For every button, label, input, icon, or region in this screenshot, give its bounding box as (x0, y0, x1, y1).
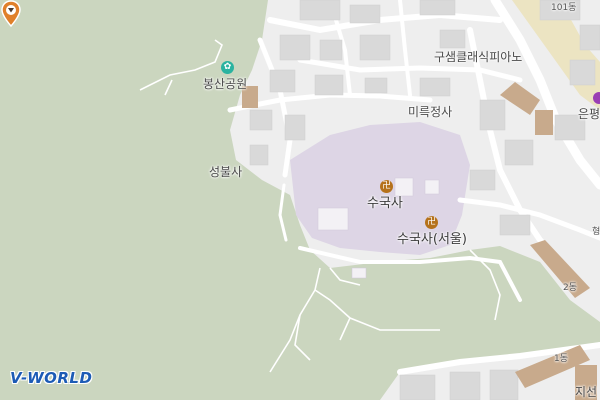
vworld-logo: V-WORLD (10, 369, 93, 387)
label-bldg-2: 2동 (563, 283, 578, 293)
label-bldg-1: 1동 (554, 354, 569, 364)
poi-icon-eunpyeong[interactable] (593, 92, 600, 104)
label-seongbulsa[interactable]: 성불사 (209, 165, 242, 179)
label-bongsan-park[interactable]: 봉산공원 (203, 77, 247, 91)
park-icon[interactable]: ✿ (221, 61, 234, 74)
temple-icon-seoul[interactable]: 卍 (425, 216, 438, 229)
label-suguksa-seoul[interactable]: 수국사(서울) (397, 233, 467, 247)
temple-icon[interactable]: 卍 (380, 180, 393, 193)
label-suguksa[interactable]: 수국사 (367, 197, 403, 211)
label-eunpyeong[interactable]: 은평 (578, 107, 600, 121)
location-marker-icon[interactable] (0, 0, 22, 28)
map-canvas[interactable]: ✿ 봉산공원 성불사 미륵정사 구샘클래식피아노 卍 수국사 卍 수국사(서울)… (0, 0, 600, 400)
label-edge-right: 형 (592, 227, 600, 237)
label-bldg-101: 101동 (551, 3, 577, 13)
label-gusaem-classic-piano[interactable]: 구샘클래식피아노 (434, 50, 522, 64)
label-mireukjeongsa[interactable]: 미륵정사 (408, 105, 452, 119)
label-edge-bottom: 지선 (575, 385, 598, 399)
